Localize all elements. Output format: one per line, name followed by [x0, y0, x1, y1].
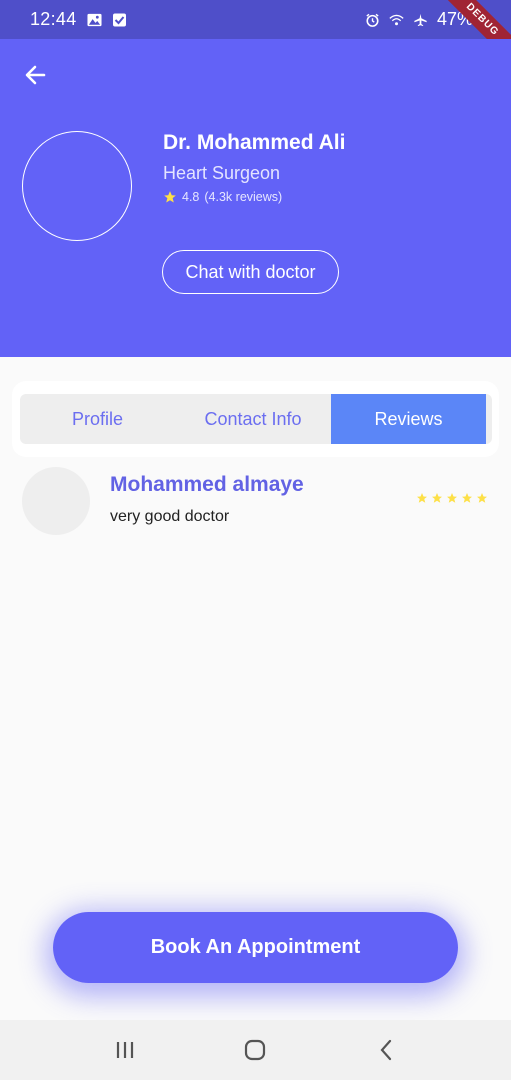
star-icon — [417, 493, 427, 503]
review-item: Mohammed almaye very good doctor — [22, 467, 490, 537]
arrow-left-icon[interactable] — [22, 61, 50, 89]
star-icon — [462, 493, 472, 503]
status-bar: 12:44 47% DEBUG — [0, 0, 511, 66]
tab-profile[interactable]: Profile — [20, 394, 175, 444]
star-icon — [432, 493, 442, 503]
back-nav-button[interactable] — [366, 1030, 406, 1070]
review-text: very good doctor — [110, 508, 230, 525]
book-appointment-button[interactable]: Book An Appointment — [53, 912, 458, 983]
tab-reviews[interactable]: Reviews — [331, 394, 486, 444]
tab-card: Profile Contact Info Reviews — [12, 381, 499, 457]
doctor-specialty: Heart Surgeon — [163, 163, 281, 183]
tab-contact-info[interactable]: Contact Info — [175, 394, 331, 444]
star-icon — [447, 493, 457, 503]
checkbox-notification-icon — [112, 13, 126, 26]
doctor-header: Dr. Mohammed Ali Heart Surgeon 4.8 (4.3k… — [0, 39, 511, 357]
status-time: 12:44 — [30, 9, 77, 29]
reviews-count: (4.3k reviews) — [204, 190, 283, 204]
doctor-name: Dr. Mohammed Ali — [163, 131, 346, 154]
doctor-avatar — [22, 131, 132, 241]
chat-with-doctor-button[interactable]: Chat with doctor — [162, 250, 339, 294]
chevron-left-icon — [380, 1039, 391, 1061]
recent-apps-button[interactable] — [105, 1030, 145, 1070]
review-stars — [416, 492, 488, 504]
alarm-icon — [366, 13, 379, 27]
system-nav-bar — [0, 1020, 511, 1080]
rating-value: 4.8 — [182, 190, 200, 204]
wifi-icon — [389, 14, 404, 25]
recent-apps-icon — [117, 1042, 134, 1058]
home-icon — [245, 1039, 266, 1061]
gallery-icon — [87, 13, 102, 26]
airplane-mode-icon — [414, 13, 427, 26]
doctor-rating: 4.8 (4.3k reviews) — [163, 190, 282, 204]
tab-bar: Profile Contact Info Reviews — [20, 394, 492, 444]
reviewer-name: Mohammed almaye — [110, 473, 304, 496]
star-icon — [477, 493, 487, 503]
star-icon — [164, 191, 176, 203]
home-button[interactable] — [235, 1030, 275, 1070]
reviewer-avatar — [22, 467, 90, 535]
